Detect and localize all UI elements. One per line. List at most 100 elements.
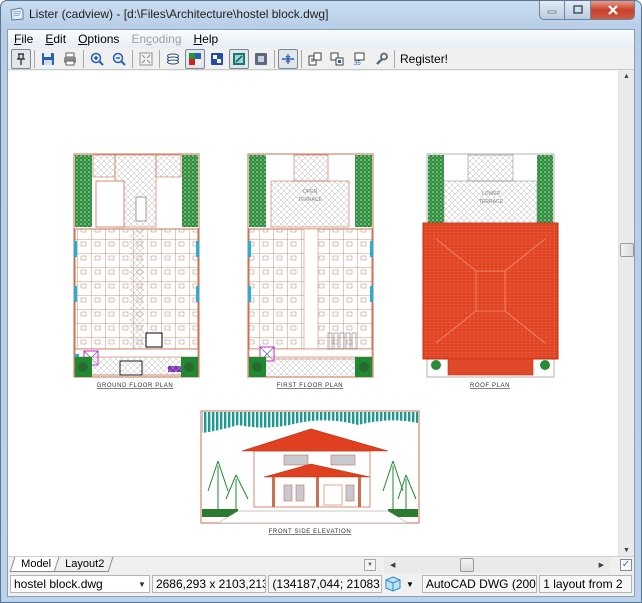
roof-plan-label: ROOF PLAN [470, 383, 510, 389]
chevron-down-icon: ▼ [138, 580, 146, 589]
menu-edit[interactable]: Edit [39, 32, 72, 46]
close-button[interactable] [591, 1, 635, 20]
view-cube-button[interactable]: ▼ [384, 575, 420, 593]
menu-bar: File Edit Options Encoding Help [8, 30, 634, 48]
vertical-scroll-thumb[interactable] [620, 243, 634, 257]
menu-help[interactable]: Help [188, 32, 225, 46]
minimize-icon [547, 10, 557, 14]
scroll-down-icon[interactable]: ▼ [623, 547, 630, 554]
window-title: Lister (cadview) - [d:\Files\Architectur… [29, 7, 329, 21]
tabs-dropdown-button[interactable]: ▼ [364, 559, 376, 571]
color-mode-icon [189, 52, 201, 65]
menu-encoding-pre: En [131, 32, 147, 46]
toolbar-separator [159, 49, 160, 68]
rotate-3d-button[interactable]: 35 [349, 49, 369, 69]
color-mode-button[interactable] [185, 48, 205, 69]
horizontal-scrollbar[interactable]: ◀ ▶ [384, 557, 610, 573]
menu-help-accel: H [193, 32, 203, 46]
zoom-in-icon [90, 52, 104, 66]
black-white-icon [211, 52, 223, 65]
roof-plan: LOWER TERRACE [422, 153, 559, 378]
black-white-button[interactable] [207, 49, 227, 69]
background-icon [233, 52, 245, 65]
toolbar-separator [34, 49, 35, 68]
background-button[interactable] [229, 48, 249, 69]
roof-tiles [422, 222, 559, 360]
save-icon [42, 52, 54, 65]
status-layouts: 1 layout from 2 [539, 575, 632, 593]
horizontal-scroll-thumb[interactable] [460, 558, 474, 572]
gray-button[interactable] [251, 49, 271, 69]
title-bar[interactable]: Lister (cadview) - [d:\Files\Architectur… [1, 1, 641, 29]
corner-checkbox[interactable]: ✓ [620, 559, 632, 571]
toolbar-separator [132, 49, 133, 68]
client-area: File Edit Options Encoding Help 35 Regis… [7, 29, 635, 597]
ground-floor-label: GROUND FLOOR PLAN [97, 383, 174, 389]
greenery-left [75, 155, 92, 227]
menu-edit-label: dit [53, 32, 67, 46]
scroll-up-icon[interactable]: ▲ [623, 73, 630, 80]
greenery-right [537, 155, 553, 225]
register-link[interactable]: Register! [400, 52, 448, 66]
cube-dropdown-icon[interactable]: ▼ [406, 576, 414, 593]
svg-text:35: 35 [354, 61, 361, 66]
fit-to-window-button[interactable] [136, 49, 156, 69]
greenery-left [249, 155, 266, 227]
layers-icon [167, 53, 179, 64]
split-view-button[interactable] [278, 48, 298, 69]
minimize-button[interactable] [539, 1, 565, 20]
menu-options-accel: O [78, 32, 88, 46]
print-button[interactable] [60, 49, 80, 69]
menu-help-label: elp [202, 32, 219, 46]
ground-floor-plan [73, 153, 200, 378]
zoom-in-button[interactable] [87, 49, 107, 69]
layers-button[interactable] [163, 49, 183, 69]
copy-button[interactable] [305, 49, 325, 69]
copy-icon [308, 52, 322, 65]
zoom-out-button[interactable] [109, 49, 129, 69]
greenery-left [428, 155, 444, 225]
cube-icon [385, 576, 401, 592]
rotate-3d-icon: 35 [354, 52, 365, 66]
vertical-scrollbar[interactable]: ▲ ▼ [618, 71, 634, 556]
file-select[interactable]: hostel block.dwg ▼ [10, 575, 150, 593]
scroll-right-icon[interactable]: ▶ [599, 561, 604, 569]
print-icon [64, 52, 76, 65]
first-floor-label: FIRST FLOOR PLAN [277, 383, 344, 389]
elevation-label: FRONT SIDE ELEVATION [269, 529, 352, 535]
menu-file[interactable]: File [8, 32, 39, 46]
app-icon [10, 7, 24, 21]
save-button[interactable] [38, 49, 58, 69]
open-terrace-label-1: OPEN [303, 189, 318, 195]
toolbar-separator [394, 49, 395, 68]
toolbar-separator [83, 49, 84, 68]
maximize-button[interactable] [565, 1, 591, 20]
copy-image-icon [330, 52, 344, 65]
toolbar-separator [301, 49, 302, 68]
lower-terrace-label-2: TERRACE [479, 199, 504, 205]
fit-to-window-icon [139, 52, 153, 65]
status-bar: hostel block.dwg ▼ 2686,293 x 2103,213 (… [8, 573, 634, 595]
cad-drawing: GROUND FLOOR PLAN OPEN TERRACE FIRST FLO… [73, 153, 559, 535]
scroll-left-icon[interactable]: ◀ [390, 561, 395, 569]
menu-options[interactable]: Options [72, 32, 125, 46]
file-select-value: hostel block.dwg [14, 577, 103, 591]
drawing-canvas[interactable]: GROUND FLOOR PLAN OPEN TERRACE FIRST FLO… [8, 71, 619, 556]
first-floor-plan: OPEN TERRACE [247, 153, 374, 378]
status-dimensions: 2686,293 x 2103,213 (in) [151, 575, 267, 593]
menu-encoding[interactable]: Encoding [125, 32, 187, 46]
pin-button[interactable] [11, 48, 31, 69]
tab-model-label: Model [21, 558, 52, 570]
gray-icon [255, 52, 267, 65]
settings-wrench-button[interactable] [371, 49, 391, 69]
menu-options-label: ptions [87, 32, 120, 46]
tab-layout2[interactable]: Layout2 [53, 557, 114, 572]
settings-wrench-icon [376, 52, 388, 65]
copy-image-button[interactable] [327, 49, 347, 69]
pin-icon [17, 52, 25, 65]
toolbar-separator [274, 49, 275, 68]
split-view-icon [282, 53, 294, 64]
status-coordinates: (134187,044; 21083,502; 0) [268, 575, 382, 593]
tab-model[interactable]: Model [9, 557, 61, 572]
tabs-row: Model Layout2 ▼ ◀ ▶ ✓ [8, 556, 634, 573]
